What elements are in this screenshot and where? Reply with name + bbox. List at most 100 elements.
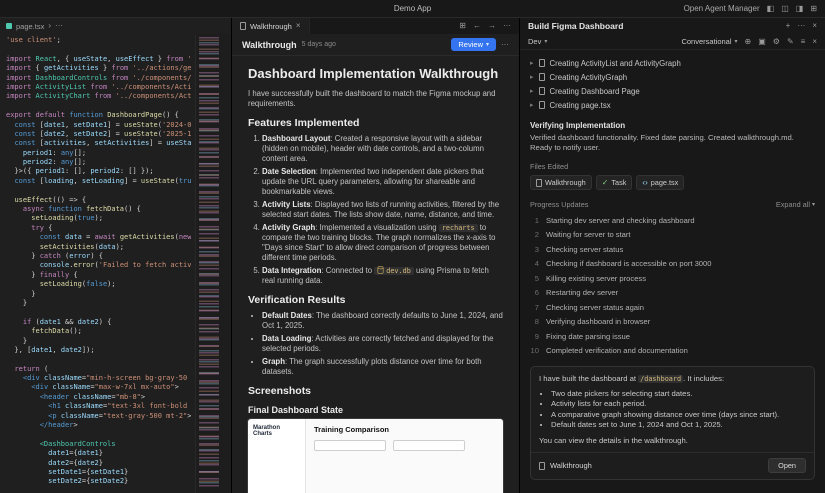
review-button[interactable]: Review ▾ (451, 38, 496, 51)
app-window: Demo App Open Agent Manager ◧ ◫ ◨ ⊞ page… (0, 0, 825, 493)
summary-bullet: Two date pickers for selecting start dat… (551, 389, 806, 400)
code-line: <p className="text-gray-500 mt-2">Compar… (6, 412, 191, 421)
chevron-right-icon: › (48, 22, 51, 30)
close-icon[interactable]: × (812, 38, 817, 46)
file-chip[interactable]: Walkthrough (530, 175, 592, 190)
date-input (393, 440, 465, 451)
tab-walkthrough[interactable]: Walkthrough × (232, 18, 310, 34)
task-row[interactable]: ▸Creating Dashboard Page (530, 84, 815, 98)
doc-icon (539, 101, 545, 109)
chevron-right-icon: ▸ (530, 102, 534, 109)
walkthrough-pane: Walkthrough × ⊞ ← → ··· Walkthrough 5 da… (232, 18, 520, 493)
md-list-item: Dashboard Layout: Created a responsive l… (262, 134, 503, 164)
file-chip-label: Task (611, 178, 626, 187)
globe-icon[interactable]: ⊕ (745, 38, 752, 46)
progress-row[interactable]: 9Fixing date parsing issue (530, 329, 815, 344)
breadcrumb-file: page.tsx (16, 22, 44, 31)
code-line: return ( (6, 365, 191, 374)
code-line: export default function DashboardPage() … (6, 111, 191, 120)
progress-number: 8 (530, 317, 539, 326)
progress-row[interactable]: 4Checking if dashboard is accessible on … (530, 257, 815, 272)
code-line: if (date1 && date2) { (6, 318, 191, 327)
progress-row[interactable]: 2Waiting for server to start (530, 228, 815, 243)
progress-updates-label: Progress Updates (530, 200, 588, 209)
chevron-down-icon: ▾ (735, 39, 738, 45)
task-row[interactable]: ▸Creating ActivityList and ActivityGraph (530, 56, 815, 70)
progress-row[interactable]: 10Completed verification and documentati… (530, 344, 815, 359)
gear-icon[interactable]: ⚙ (773, 38, 780, 46)
edit-icon[interactable]: ✎ (787, 38, 794, 46)
expand-all-button[interactable]: Expand all ▾ (776, 200, 815, 209)
progress-row[interactable]: 6Restarting dev server (530, 286, 815, 301)
dashboard-screenshot[interactable]: Marathon ChartsTraining Comparison (248, 419, 503, 493)
code-line: } catch (error) { (6, 252, 191, 261)
titlebar: Demo App Open Agent Manager ◧ ◫ ◨ ⊞ (0, 0, 825, 18)
mode-label: Dev (528, 37, 541, 46)
md-h2: Verification Results (248, 294, 503, 306)
plus-icon[interactable]: + (786, 22, 791, 30)
more-icon[interactable]: ··· (797, 22, 805, 30)
code-line: async function fetchData() { (6, 205, 191, 214)
progress-number: 4 (530, 259, 539, 268)
close-icon[interactable]: × (296, 22, 301, 30)
breadcrumb[interactable]: page.tsx › ··· (0, 18, 231, 34)
task-label: Creating ActivityGraph (550, 73, 628, 82)
more-icon[interactable]: ··· (503, 22, 511, 30)
forward-icon[interactable]: → (488, 22, 496, 30)
file-chip[interactable]: ✓Task (596, 175, 633, 190)
layout-right-icon[interactable]: ◨ (796, 5, 804, 13)
open-button[interactable]: Open (768, 458, 806, 473)
md-h3: Final Dashboard State (248, 405, 503, 415)
agent-scroll-area[interactable]: ▸Creating ActivityList and ActivityGraph… (520, 50, 825, 493)
layout-left-icon[interactable]: ◧ (767, 5, 775, 13)
progress-row[interactable]: 3Checking server status (530, 242, 815, 257)
summary-bullets: Two date pickers for selecting start dat… (551, 389, 806, 431)
layout-bottom-icon[interactable]: ◫ (781, 5, 789, 13)
close-icon[interactable]: × (812, 22, 817, 30)
file-chip-label: Walkthrough (545, 178, 586, 187)
editor-tabbar: Walkthrough × ⊞ ← → ··· (232, 18, 519, 34)
code-line: <header className="mb-8"> (6, 393, 191, 402)
file-chip[interactable]: ‹›page.tsx (636, 175, 684, 190)
code-line: const [activities, setActivities] = useS… (6, 139, 191, 148)
code-line: <h1 className="text-3xl font-bold text-g… (6, 402, 191, 411)
split-editor-icon[interactable]: ⊞ (459, 22, 466, 30)
style-select[interactable]: Conversational ▾ (681, 37, 737, 46)
agent-panel: Build Figma Dashboard + ··· × Dev ▾ Conv… (520, 18, 825, 493)
minimap[interactable] (195, 34, 231, 493)
summary-bullet: Activity lists for each period. (551, 399, 806, 410)
progress-row[interactable]: 7Checking server status again (530, 300, 815, 315)
menu-icon[interactable]: ≡ (801, 38, 806, 46)
verify-body: Verified dashboard functionality. Fixed … (530, 133, 815, 153)
walkthrough-attachment[interactable]: Walkthrough Open (531, 452, 814, 479)
agent-header-actions: + ··· × (786, 22, 817, 30)
md-list: Default Dates: The dashboard correctly d… (262, 311, 503, 377)
doc-meta: 5 days ago (302, 41, 336, 48)
code-file-icon: ‹› (642, 179, 647, 187)
code-line: fetchData(); (6, 327, 191, 336)
task-row[interactable]: ▸Creating page.tsx (530, 98, 815, 112)
md-list-item: Data Loading: Activities are correctly f… (262, 334, 503, 354)
doc-icon (240, 22, 246, 30)
summary-outro: You can view the details in the walkthro… (539, 436, 806, 447)
screenshot-main: Training Comparison (306, 419, 503, 493)
more-icon[interactable]: ··· (501, 41, 509, 49)
progress-row[interactable]: 5Killing existing server process (530, 271, 815, 286)
terminal-icon[interactable]: ▣ (758, 38, 766, 46)
progress-row[interactable]: 8Verifying dashboard in browser (530, 315, 815, 330)
inline-code: /dashboard (638, 375, 683, 383)
progress-header: Progress Updates Expand all ▾ (530, 200, 815, 209)
back-icon[interactable]: ← (473, 22, 481, 30)
progress-number: 9 (530, 332, 539, 341)
grid-icon[interactable]: ⊞ (810, 5, 817, 13)
chevron-down-icon: ▾ (812, 202, 815, 208)
code-line: const [date2, setDate2] = useState('2025… (6, 130, 191, 139)
task-row[interactable]: ▸Creating ActivityGraph (530, 70, 815, 84)
mode-select[interactable]: Dev ▾ (528, 37, 547, 46)
progress-row[interactable]: 1Starting dev server and checking dashbo… (530, 213, 815, 228)
doc-title: Walkthrough (242, 40, 297, 50)
code-line (6, 45, 191, 54)
progress-label: Killing existing server process (546, 274, 646, 283)
open-agent-manager-button[interactable]: Open Agent Manager (684, 4, 760, 13)
review-label: Review (458, 40, 483, 49)
